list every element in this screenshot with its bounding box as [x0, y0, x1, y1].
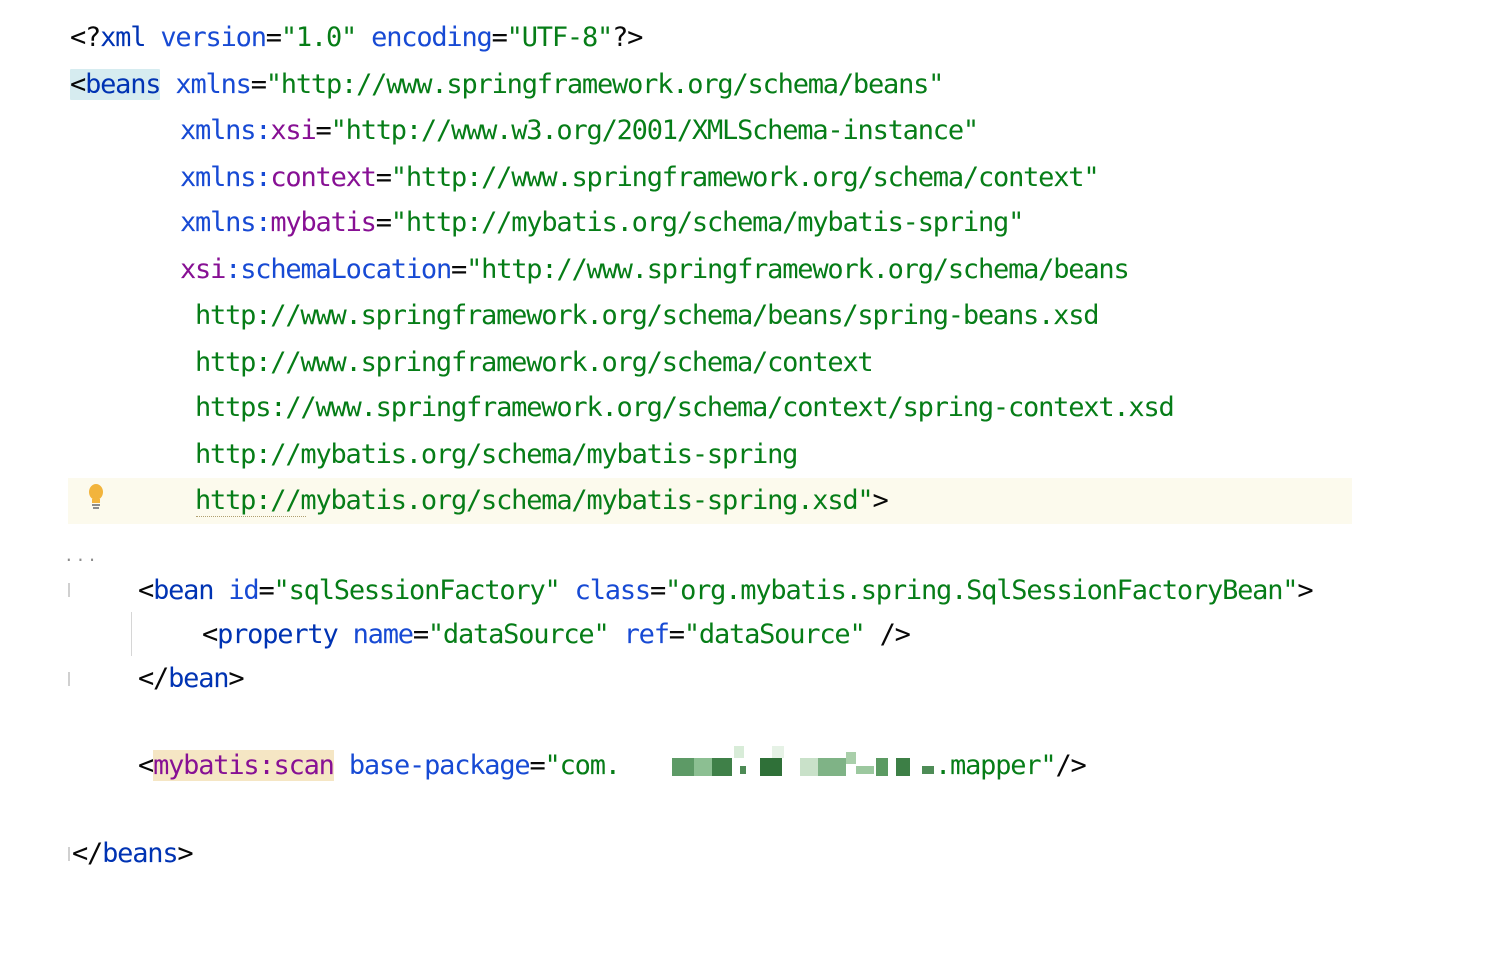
value-xmlns: "http://www.springframework.org/schema/b… [265, 69, 945, 100]
attr-class: class [574, 575, 651, 606]
tag-scan: scan [273, 750, 335, 781]
matched-tag-highlight: <beans [70, 69, 162, 100]
folded-region-indicator[interactable]: ... [64, 548, 99, 564]
ns-xsi: xsi [180, 254, 226, 285]
tag-property: property [217, 619, 339, 650]
colon: : [255, 162, 271, 193]
value-schema-location-4: https://www.springframework.org/schema/c… [195, 392, 1175, 423]
code-line-16[interactable]: </beans> [0, 831, 194, 877]
indent-guide [131, 612, 132, 656]
equals-sign: = [265, 22, 282, 53]
equals-sign: = [529, 750, 545, 781]
colon: : [225, 254, 241, 285]
attr-base-package: base-package [348, 750, 531, 781]
code-line-10[interactable]: http://mybatis.org/schema/mybatis-spring [0, 432, 798, 478]
value-id: "sqlSessionFactory" [273, 575, 561, 606]
tag-end-open: </ [72, 838, 103, 869]
value-base-package-end: .mapper" [935, 750, 1057, 781]
tag-bean: bean [153, 575, 214, 606]
ns-xsi: xsi [270, 115, 316, 146]
value-xsi: "http://www.w3.org/2001/XMLSchema-instan… [330, 115, 980, 146]
attr-xmlns: xmlns [175, 69, 251, 100]
value-schema-location-3: http://www.springframework.org/schema/co… [195, 347, 874, 378]
equals-sign: = [250, 69, 267, 100]
value-version: "1.0" [280, 22, 357, 53]
tag-open-bracket: < [138, 575, 154, 606]
value-context: "http://www.springframework.org/schema/c… [390, 162, 1100, 193]
attr-prefix: xmlns [180, 162, 256, 193]
tag-open-bracket: < [138, 750, 154, 781]
code-line-13[interactable]: <property name="dataSource" ref="dataSou… [0, 612, 911, 658]
xml-decl-open: <? [70, 22, 101, 53]
tag-beans: beans [85, 69, 161, 100]
ns-context: context [270, 162, 377, 193]
equals-sign: = [668, 619, 685, 650]
value-base-package-start: "com. [544, 750, 635, 781]
code-line-12[interactable]: <bean id="sqlSessionFactory" class="org.… [0, 568, 1314, 614]
code-line-4[interactable]: xmlns:context="http://www.springframewor… [0, 155, 1100, 201]
tag-open-bracket: < [202, 619, 218, 650]
gutter-fold-mark[interactable] [68, 672, 70, 686]
code-line-15[interactable]: <mybatis:scan base-package="com. .mapper… [0, 743, 1087, 789]
redacted-package-name [670, 746, 938, 778]
value-encoding: "UTF-8" [506, 22, 614, 53]
equals-sign: = [649, 575, 666, 606]
intention-bulb-icon[interactable] [85, 483, 107, 511]
ns-mybatis: mybatis [270, 207, 377, 238]
tag-close-bracket: > [177, 838, 193, 869]
code-line-7[interactable]: http://www.springframework.org/schema/be… [0, 293, 1100, 339]
code-line-6[interactable]: xsi:schemaLocation="http://www.springfra… [0, 247, 1130, 293]
attr-id: id [228, 575, 259, 606]
value-schema-location-5: http://mybatis.org/schema/mybatis-spring [195, 439, 798, 470]
scan-tag-highlight: mybatis:scan [153, 750, 335, 781]
colon: : [255, 115, 271, 146]
code-line-11[interactable]: http://mybatis.org/schema/mybatis-spring… [0, 478, 889, 524]
colon: : [255, 207, 271, 238]
value-ref: "dataSource" [683, 619, 866, 650]
code-line-14[interactable]: </bean> [0, 656, 245, 702]
attr-ref: ref [623, 619, 670, 650]
tag-self-close: /> [864, 619, 911, 650]
ns-mybatis: mybatis [153, 750, 260, 781]
tag-close-bracket: > [1297, 575, 1313, 606]
code-editor[interactable]: <?xml version="1.0" encoding="UTF-8"?> <… [0, 0, 1506, 917]
value-schema-location-1: "http://www.springframework.org/schema/b… [466, 254, 1130, 285]
tag-close-bracket: > [228, 663, 244, 694]
code-line-8[interactable]: http://www.springframework.org/schema/co… [0, 340, 874, 386]
weak-warning-underline [196, 512, 306, 517]
equals-sign: = [451, 254, 467, 285]
colon: : [258, 750, 274, 781]
tag-beans-close: beans [102, 838, 178, 869]
equals-sign: = [258, 575, 274, 606]
value-name: "dataSource" [427, 619, 610, 650]
code-line-9[interactable]: https://www.springframework.org/schema/c… [0, 385, 1175, 431]
value-mybatis: "http://mybatis.org/schema/mybatis-sprin… [390, 207, 1025, 238]
equals-sign: = [375, 207, 392, 238]
equals-sign: = [375, 162, 392, 193]
code-line-5[interactable]: xmlns:mybatis="http://mybatis.org/schema… [0, 200, 1024, 246]
code-line-2[interactable]: <beans xmlns="http://www.springframework… [0, 62, 944, 108]
attr-version: version [160, 22, 267, 53]
attr-encoding: encoding [371, 22, 493, 53]
attr-name: name [352, 619, 414, 650]
tag-self-close: /> [1055, 750, 1086, 781]
gutter-fold-mark[interactable] [68, 847, 70, 861]
tag-bean-close: bean [168, 663, 229, 694]
tag-open-bracket: < [70, 69, 86, 100]
equals-sign: = [491, 22, 508, 53]
equals-sign: = [412, 619, 429, 650]
value-schema-location-2: http://www.springframework.org/schema/be… [195, 300, 1100, 331]
xml-decl-close: ?> [612, 22, 643, 53]
code-line-3[interactable]: xmlns:xsi="http://www.w3.org/2001/XMLSch… [0, 108, 979, 154]
value-class: "org.mybatis.spring.SqlSessionFactoryBea… [665, 575, 1299, 606]
code-line-1[interactable]: <?xml version="1.0" encoding="UTF-8"?> [0, 15, 643, 61]
attr-schemaLocation: schemaLocation [240, 254, 452, 285]
attr-prefix: xmlns [180, 207, 256, 238]
tag-end-open: </ [138, 663, 169, 694]
xml-decl-name: xml [100, 22, 146, 53]
tag-close-bracket: > [872, 485, 889, 516]
gutter-fold-mark[interactable] [68, 583, 70, 597]
attr-prefix: xmlns [180, 115, 256, 146]
equals-sign: = [315, 115, 332, 146]
